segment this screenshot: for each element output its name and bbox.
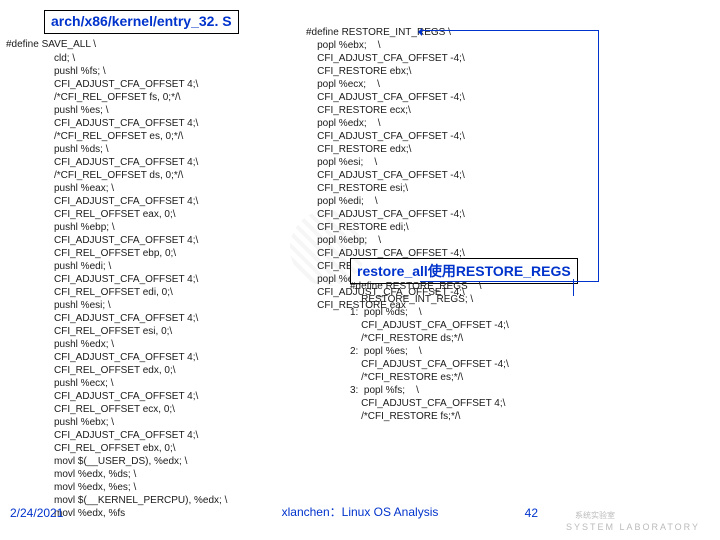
code-save-all-body: cld; \ pushl %fs; \ CFI_ADJUST_CFA_OFFSE… [54,52,227,520]
code-restore-regs: #define RESTORE_REGS \ RESTORE_INT_REGS;… [350,280,509,423]
code-define-save-all: #define SAVE_ALL \ [6,38,96,51]
title-left: arch/x86/kernel/entry_32. S [51,13,232,29]
arrow-connector-2v [573,279,574,296]
title-left-box: arch/x86/kernel/entry_32. S [44,10,239,34]
footer-page: 42 [525,506,538,520]
watermark-sub: SYSTEM LABORATORY [566,522,700,532]
arrow-connector-1 [420,30,599,282]
watermark-seal-icon [290,210,366,286]
watermark-lab: 系统实验室 [575,510,615,521]
